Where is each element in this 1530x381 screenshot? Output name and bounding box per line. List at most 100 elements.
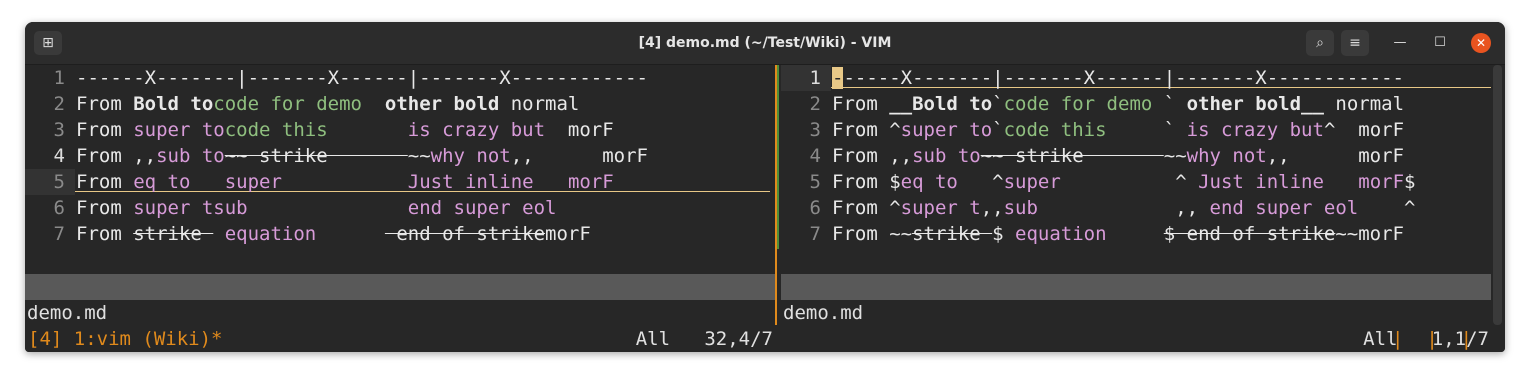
text-segment: ^	[1358, 197, 1416, 219]
search-icon[interactable]: ⌕	[1306, 30, 1334, 56]
editor-line[interactable]: 1 ------X-------|-------X------|-------X-…	[25, 65, 648, 91]
text-segment: $	[992, 223, 1016, 245]
text-segment: morF	[545, 119, 614, 141]
line-text: From super tsub end super eol	[65, 197, 556, 219]
right-status-line: demo.md All 1,1/7	[781, 274, 1491, 350]
text-segment: -----X-------|-------X------|-------X---…	[843, 67, 1404, 89]
editor-line[interactable]: 7 From strike equation end of strikemorF	[25, 221, 591, 247]
text-segment: ,, morF	[1266, 145, 1404, 167]
text-segment: From	[832, 93, 890, 115]
text-segment: normal	[499, 93, 580, 115]
text-segment: __Bold to	[889, 93, 993, 115]
scrollbar[interactable]	[1493, 65, 1502, 325]
editor-line[interactable]: 7 From ~~strike $ equation $ end of strik…	[781, 221, 1404, 247]
text-segment: Bold to	[133, 93, 214, 115]
text-segment: equation	[1015, 223, 1107, 245]
text-segment: strike	[912, 223, 993, 245]
text-segment: morF	[545, 223, 591, 245]
editor-line[interactable]: 4 From ,,sub to~~ strike ~~why not,, morF	[25, 143, 648, 169]
text-segment: From ,,	[76, 145, 157, 167]
editor-line[interactable]: 5 From eq to super Just inline morF	[25, 169, 614, 195]
text-segment: is crazy but	[1186, 119, 1324, 141]
text-segment	[1107, 223, 1164, 245]
text-segment: code for demo	[213, 93, 385, 115]
text-segment: `	[992, 93, 1004, 115]
editor-line[interactable]: 2 From __Bold to`code for demo ` other bo…	[781, 91, 1404, 117]
editor-line[interactable]: 6 From super tsub end super eol	[25, 195, 557, 221]
line-text: From __Bold to`code for demo ` other bol…	[821, 93, 1404, 115]
text-segment: From	[76, 223, 134, 245]
text-segment: Just inline	[1198, 171, 1324, 193]
line-text: From ~~strike $ equation $ end of strike…	[821, 223, 1404, 245]
text-segment: eq to	[133, 171, 191, 193]
editor-line[interactable]: 3 From super tocode this is crazy but mor…	[25, 117, 614, 143]
line-text: ------X-------|-------X------|-------X--…	[821, 67, 1404, 89]
text-segment: From ,,	[832, 145, 913, 167]
editor-line[interactable]: 4 From ,,sub to~~ strike ~~why not,, morF	[781, 143, 1404, 169]
status-filename: demo.md	[27, 302, 108, 324]
line-text: From ^super t,,sub ,, end super eol ^	[821, 197, 1415, 219]
text-segment	[316, 223, 385, 245]
text-segment: super to	[900, 119, 993, 141]
line-text: From $eq to ^super ^ Just inline morF$	[821, 171, 1415, 193]
text-segment: super	[224, 171, 282, 193]
menu-icon[interactable]: ≡	[1341, 30, 1369, 56]
text-segment: other bold	[384, 93, 500, 115]
line-number: 2	[53, 93, 65, 115]
line-text: From Bold tocode for demo other bold nor…	[65, 93, 579, 115]
text-segment: From $	[832, 171, 901, 193]
close-icon[interactable]: ✕	[1471, 33, 1491, 53]
text-segment	[190, 171, 224, 193]
tmux-window-list[interactable]: [4] 1:vim (Wiki)*	[28, 326, 222, 352]
text-segment	[213, 223, 224, 245]
text-segment: sub	[1003, 197, 1038, 219]
text-segment: From	[76, 93, 134, 115]
line-number: 5	[53, 171, 65, 193]
status-position: All 32,4/7	[635, 328, 773, 350]
line-number: 1	[53, 67, 65, 89]
line-number: 7	[53, 223, 65, 245]
status-filename: demo.md	[783, 302, 864, 324]
line-number: 4	[809, 145, 821, 167]
text-segment: normal	[1323, 93, 1405, 115]
text-segment: From ^	[832, 197, 901, 219]
editor-line[interactable]: 6 From ^super t,,sub ,, end super eol ^	[781, 195, 1416, 221]
text-segment: end super eol	[1209, 197, 1359, 219]
line-text: From eq to super Just inline morF	[65, 171, 614, 193]
text-segment: ~~	[407, 145, 431, 167]
terminal-content[interactable]: 1 ------X-------|-------X------|-------X-…	[25, 65, 1505, 352]
left-vim-pane[interactable]: 1 ------X-------|-------X------|-------X-…	[25, 65, 775, 350]
line-number: 1	[809, 67, 821, 89]
editor-line[interactable]: 3 From ^super to`code this ` is crazy but…	[781, 117, 1404, 143]
line-number: 2	[809, 93, 821, 115]
text-segment: end super eol	[407, 197, 557, 219]
text-segment: code this	[1003, 119, 1164, 141]
line-text: From ,,sub to~~ strike ~~why not,, morF	[65, 145, 648, 167]
text-segment: equation	[224, 223, 317, 245]
tmux-status-right: | | |	[1392, 328, 1473, 350]
text-segment: code for demo	[1003, 93, 1164, 115]
window-title: [4] demo.md (~/Test/Wiki) - VIM	[638, 35, 892, 51]
maximize-icon[interactable]: ☐	[1430, 33, 1450, 53]
editor-line[interactable]: 2 From Bold tocode for demo other bold no…	[25, 91, 580, 117]
line-number: 5	[809, 171, 821, 193]
text-segment: `	[992, 119, 1004, 141]
pane-divider-active	[777, 65, 779, 249]
terminal-window: ⊞ [4] demo.md (~/Test/Wiki) - VIM ⌕ ≡ — …	[25, 22, 1505, 352]
editor-line[interactable]: 5 From $eq to ^super ^ Just inline morF$	[781, 169, 1416, 195]
left-status-line: demo.md All 32,4/7	[25, 274, 775, 350]
text-segment: why not	[430, 145, 511, 167]
text-segment: super to	[133, 119, 225, 141]
text-segment: ^	[957, 171, 1004, 193]
editor-line[interactable]: 1 ------X-------|-------X------|-------X-…	[781, 65, 1404, 91]
line-number: 4	[53, 145, 65, 167]
line-text: From super tocode this is crazy but morF	[65, 119, 614, 141]
text-segment: $ end of strike	[1163, 223, 1336, 245]
text-segment: ,,	[980, 197, 1004, 219]
minimize-icon[interactable]: —	[1390, 33, 1410, 53]
text-segment: other bold__	[1186, 93, 1324, 115]
line-number: 3	[53, 119, 65, 141]
text-segment: eq to	[900, 171, 958, 193]
right-vim-pane[interactable]: 1 ------X-------|-------X------|-------X-…	[781, 65, 1491, 350]
text-segment: super	[1003, 171, 1061, 193]
